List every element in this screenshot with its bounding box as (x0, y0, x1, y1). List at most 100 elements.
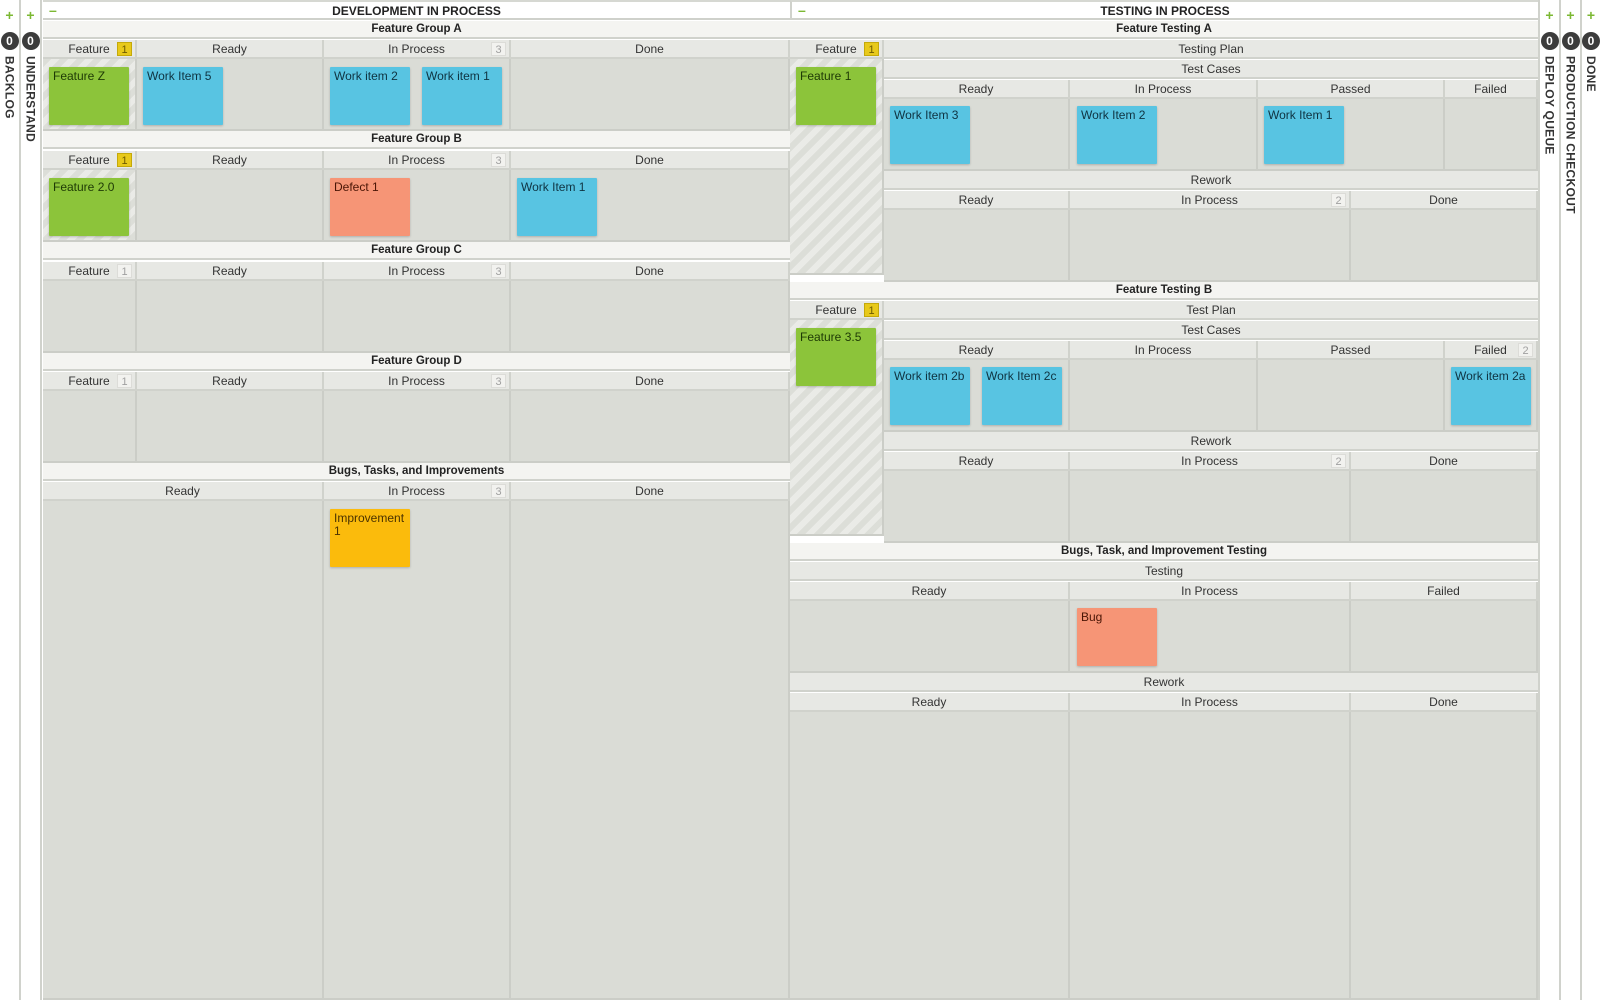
lane-label: UNDERSTAND (23, 56, 38, 143)
cell-ready[interactable] (137, 170, 324, 242)
group-header: Feature Group A (43, 21, 790, 39)
card-feature[interactable]: Feature 1 (796, 67, 876, 125)
cell-done[interactable] (1351, 712, 1538, 1000)
cell-ready[interactable] (137, 391, 324, 463)
column-header-ready: Ready (884, 80, 1070, 99)
lane-label: DONE (1584, 56, 1598, 92)
collapse-minus-icon[interactable]: – (798, 2, 806, 18)
card-work-item[interactable]: Work Item 2c (982, 367, 1062, 425)
column-header-feature: Feature 1 (43, 262, 137, 281)
cell-ready[interactable] (790, 601, 1070, 673)
cell-done[interactable] (511, 391, 790, 463)
cell-ready[interactable] (884, 471, 1070, 543)
collapse-minus-icon[interactable]: – (49, 2, 57, 18)
lane-label: PRODUCTION CHECKOUT (1563, 56, 1578, 214)
development-title: DEVELOPMENT IN PROCESS (332, 4, 501, 18)
lane-count: 0 (1540, 32, 1559, 50)
card-work-item[interactable]: Work Item 1 (1264, 106, 1344, 164)
cell-done[interactable] (511, 501, 790, 1000)
plus-icon[interactable]: + (1582, 8, 1600, 22)
development-header: – DEVELOPMENT IN PROCESS (43, 0, 790, 20)
column-header-failed: Failed 2 (1445, 341, 1538, 360)
column-header-in-process: In Process (1070, 693, 1351, 712)
card-improvement[interactable]: Improvement 1 (330, 509, 410, 567)
group-header: Bugs, Tasks, and Improvements (43, 463, 790, 481)
column-header-done: Done (511, 151, 790, 170)
lane-done[interactable]: + 0 DONE (1580, 0, 1600, 1000)
plus-icon[interactable]: + (1561, 8, 1580, 22)
test-cases-header: Test Cases (884, 60, 1538, 79)
card-feature[interactable]: Feature Z (49, 67, 129, 125)
column-header-ready: Ready (137, 262, 324, 281)
card-work-item[interactable]: Work item 2 (330, 67, 410, 125)
column-header-in-process: In Process 3 (324, 151, 511, 170)
card-work-item[interactable]: Work item 2b (890, 367, 970, 425)
rework-header: Rework (790, 673, 1538, 692)
column-header-done: Done (1351, 191, 1538, 210)
card-defect[interactable]: Defect 1 (330, 178, 410, 236)
cell-done[interactable] (1351, 210, 1538, 282)
lane-deploy-queue[interactable]: + 0 DEPLOY QUEUE (1538, 0, 1559, 1000)
column-header-ready: Ready (137, 40, 324, 59)
card-defect[interactable]: Bug (1077, 608, 1157, 666)
wip-limit-badge: 1 (864, 303, 879, 317)
column-header-in-process: In Process 3 (324, 262, 511, 281)
wip-limit-badge: 1 (864, 42, 879, 56)
lane-count: 0 (1561, 32, 1580, 50)
testing-subheader: Testing (790, 562, 1538, 581)
cell-done[interactable] (511, 59, 790, 131)
cell-in-process[interactable] (1070, 210, 1351, 282)
group-header: Feature Group B (43, 131, 790, 149)
cell-passed[interactable] (1258, 360, 1445, 432)
card-work-item[interactable]: Work Item 2 (1077, 106, 1157, 164)
cell-ready[interactable] (137, 281, 324, 353)
card-work-item[interactable]: Work item 2a (1451, 367, 1531, 425)
cell-in-process[interactable] (324, 281, 511, 353)
card-feature[interactable]: Feature 2.0 (49, 178, 129, 236)
cell-in-process[interactable] (324, 501, 511, 1000)
cell-feature[interactable] (43, 391, 137, 463)
cell-done[interactable] (511, 281, 790, 353)
cell-in-process[interactable] (1070, 360, 1258, 432)
lane-count: 0 (1582, 32, 1600, 50)
lane-backlog[interactable]: + 0 BACKLOG (0, 0, 21, 1000)
cell-ready[interactable] (790, 712, 1070, 1000)
wip-limit-badge: 1 (117, 264, 132, 278)
plus-icon[interactable]: + (0, 8, 19, 22)
cell-done[interactable] (1351, 471, 1538, 543)
wip-limit-badge: 3 (491, 264, 506, 278)
lane-production-checkout[interactable]: + 0 PRODUCTION CHECKOUT (1559, 0, 1580, 1000)
column-header-failed: Failed (1445, 80, 1538, 99)
cell-in-process[interactable] (1070, 471, 1351, 543)
cell-in-process[interactable] (1070, 712, 1351, 1000)
group-header: Bugs, Task, and Improvement Testing (790, 543, 1538, 561)
card-feature[interactable]: Feature 3.5 (796, 328, 876, 386)
plus-icon[interactable]: + (21, 8, 40, 22)
cell-failed[interactable] (1445, 99, 1538, 171)
card-work-item[interactable]: Work item 1 (422, 67, 502, 125)
column-header-done: Done (511, 372, 790, 391)
plus-icon[interactable]: + (1540, 8, 1559, 22)
column-header-feature: Feature 1 (790, 40, 884, 59)
cell-failed[interactable] (1351, 601, 1538, 673)
group-header: Feature Testing B (790, 282, 1538, 300)
column-header-done: Done (511, 262, 790, 281)
cell-ready[interactable] (884, 210, 1070, 282)
group-header: Feature Testing A (790, 21, 1538, 39)
column-header-ready: Ready (137, 372, 324, 391)
cell-ready[interactable] (43, 501, 324, 1000)
card-work-item[interactable]: Work Item 3 (890, 106, 970, 164)
column-header-passed: Passed (1258, 341, 1445, 360)
wip-limit-badge: 3 (491, 153, 506, 167)
cell-feature[interactable] (43, 281, 137, 353)
card-work-item[interactable]: Work Item 5 (143, 67, 223, 125)
column-header-passed: Passed (1258, 80, 1445, 99)
cell-in-process[interactable] (324, 391, 511, 463)
column-header-ready: Ready (884, 452, 1070, 471)
card-work-item[interactable]: Work Item 1 (517, 178, 597, 236)
testing-title: TESTING IN PROCESS (1100, 4, 1230, 18)
column-header-feature: Feature 1 (43, 372, 137, 391)
wip-limit-badge: 1 (117, 153, 132, 167)
column-header-failed: Failed (1351, 582, 1538, 601)
lane-understand[interactable]: + 0 UNDERSTAND (21, 0, 42, 1000)
